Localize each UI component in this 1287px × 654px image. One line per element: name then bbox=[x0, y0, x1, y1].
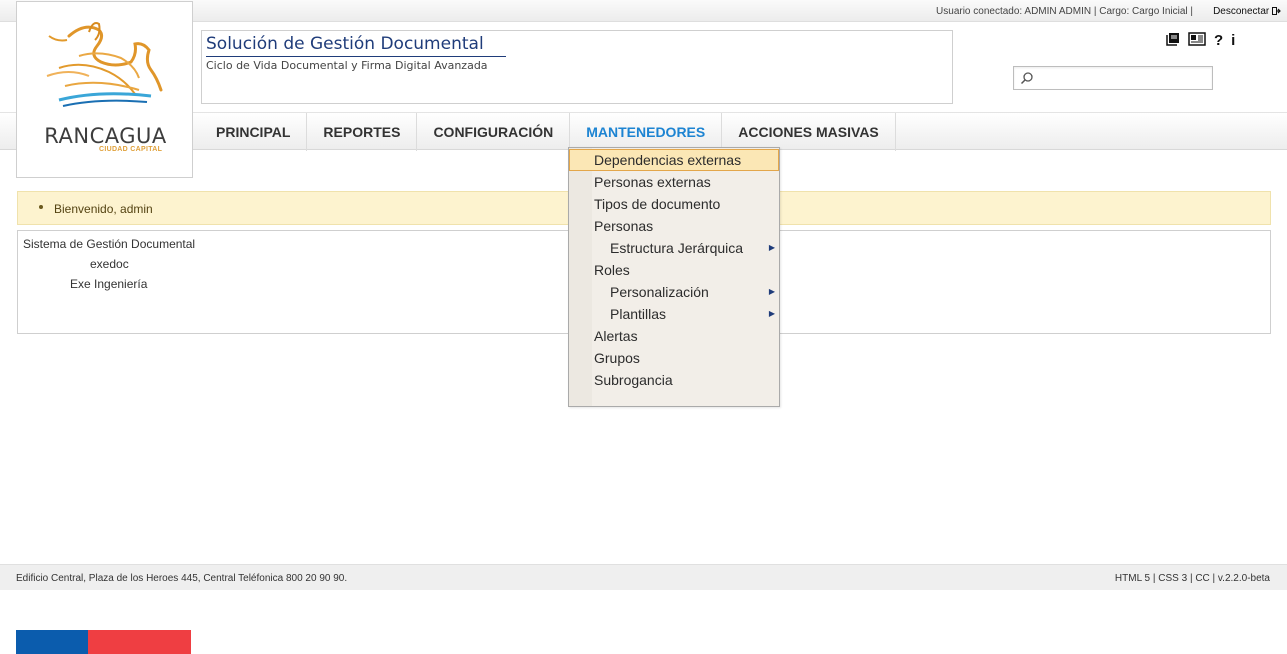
menu-item-personalizacion[interactable]: Personalización ▶ bbox=[610, 281, 779, 303]
nav-item-mantenedores[interactable]: MANTENEDORES bbox=[570, 113, 723, 151]
mantenedores-menu: Dependencias externas Personas externas … bbox=[568, 147, 780, 407]
logout-link[interactable]: Desconectar bbox=[1213, 6, 1281, 17]
page: Usuario conectado: ADMIN ADMIN | Cargo: … bbox=[0, 0, 1287, 654]
menu-item-plantillas[interactable]: Plantillas ▶ bbox=[610, 303, 779, 325]
menu-item-estructura-jerarquica[interactable]: Estructura Jerárquica ▶ bbox=[610, 237, 779, 259]
nav-item-reportes[interactable]: REPORTES bbox=[307, 113, 418, 151]
search-box[interactable] bbox=[1013, 66, 1213, 90]
flag-red-stripe bbox=[88, 630, 191, 654]
product-name: exedoc bbox=[90, 257, 129, 271]
menu-item-tipos-de-documento[interactable]: Tipos de documento bbox=[594, 193, 779, 215]
system-name: Sistema de Gestión Documental bbox=[23, 237, 196, 251]
newspaper-icon[interactable] bbox=[1188, 31, 1206, 51]
app-title: Solución de Gestión Documental bbox=[206, 34, 506, 57]
flag-blue-stripe bbox=[16, 630, 88, 654]
info-icon[interactable]: i bbox=[1231, 32, 1235, 50]
help-icon[interactable]: ? bbox=[1214, 32, 1223, 50]
logo-subtitle: CIUDAD CAPITAL bbox=[99, 146, 163, 153]
welcome-text: Bienvenido, admin bbox=[54, 202, 153, 216]
menu-item-alertas[interactable]: Alertas bbox=[594, 325, 779, 347]
footer-address: Edificio Central, Plaza de los Heroes 44… bbox=[16, 573, 348, 584]
menu-item-subrogancia[interactable]: Subrogancia bbox=[594, 369, 779, 391]
book-icon[interactable] bbox=[1166, 32, 1180, 51]
submenu-arrow-icon: ▶ bbox=[768, 309, 775, 318]
menu-item-label: Plantillas bbox=[610, 306, 667, 322]
bullet-icon bbox=[39, 205, 43, 209]
submenu-arrow-icon: ▶ bbox=[768, 287, 775, 296]
menu-item-grupos[interactable]: Grupos bbox=[594, 347, 779, 369]
toolbar-icons: ? i bbox=[1166, 31, 1235, 51]
submenu-arrow-icon: ▶ bbox=[768, 243, 775, 252]
menu-item-roles[interactable]: Roles bbox=[594, 259, 779, 281]
nav-item-principal[interactable]: PRINCIPAL bbox=[200, 113, 308, 151]
nav-item-configuracion[interactable]: CONFIGURACIÓN bbox=[417, 113, 571, 151]
flag-bar bbox=[16, 630, 191, 654]
menu-item-personas[interactable]: Personas bbox=[594, 215, 779, 237]
menu-item-personas-externas[interactable]: Personas externas bbox=[594, 171, 779, 193]
company-name: Exe Ingeniería bbox=[70, 277, 148, 291]
footer: Edificio Central, Plaza de los Heroes 44… bbox=[0, 564, 1287, 590]
logo-title: RANCAGUA bbox=[44, 124, 167, 148]
logo[interactable]: RANCAGUA CIUDAD CAPITAL bbox=[16, 1, 193, 178]
user-bar: Usuario conectado: ADMIN ADMIN | Cargo: … bbox=[0, 0, 1287, 22]
footer-version: HTML 5 | CSS 3 | CC | v.2.2.0-beta bbox=[1114, 573, 1270, 584]
menu-gutter bbox=[569, 148, 592, 406]
user-info: Usuario conectado: ADMIN ADMIN | Cargo: … bbox=[936, 6, 1193, 17]
menu-item-label: Personalización bbox=[610, 284, 709, 300]
search-icon bbox=[1020, 72, 1033, 85]
app-title-box: Solución de Gestión Documental Ciclo de … bbox=[201, 30, 953, 104]
menu-item-label: Estructura Jerárquica bbox=[610, 240, 744, 256]
horseman-emblem-icon bbox=[46, 22, 163, 107]
nav-items: PRINCIPAL REPORTES CONFIGURACIÓN MANTENE… bbox=[200, 113, 896, 151]
logout-label: Desconectar bbox=[1213, 6, 1270, 17]
app-subtitle: Ciclo de Vida Documental y Firma Digital… bbox=[206, 59, 488, 72]
menu-item-dependencias-externas[interactable]: Dependencias externas bbox=[594, 149, 779, 171]
nav-item-acciones-masivas[interactable]: ACCIONES MASIVAS bbox=[722, 113, 896, 151]
logout-icon bbox=[1272, 7, 1281, 15]
search-input[interactable] bbox=[1038, 70, 1208, 86]
